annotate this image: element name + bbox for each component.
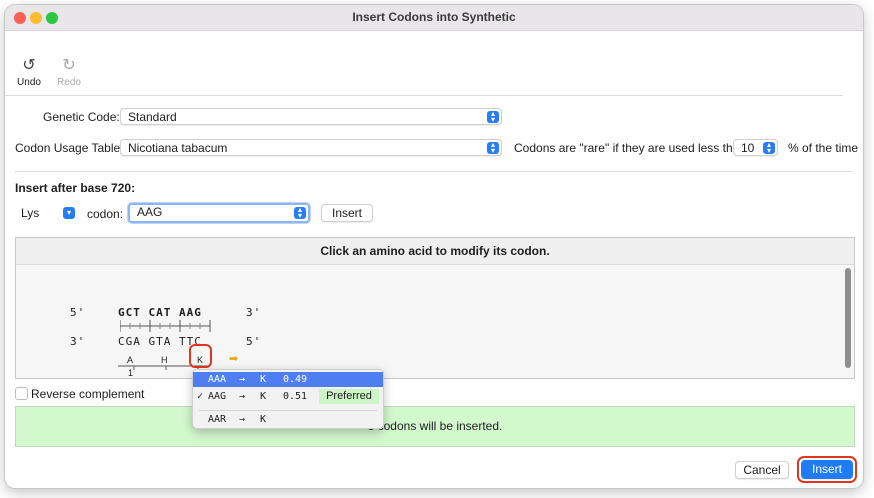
menu-arrow: → [239,414,246,425]
codon-label: codon: [87,207,124,221]
menu-arrow: → [239,391,246,402]
amino-acid-value: Lys [21,206,40,220]
menu-check: ✓ [197,391,204,402]
menu-codon: AAG [208,391,227,402]
menu-codon: AAA [208,374,227,385]
window-title: Insert Codons into Synthetic [352,10,516,24]
status-banner: 3 codons will be inserted. [15,406,855,447]
genetic-code-label: Genetic Code: [43,110,120,124]
amino-acid-a[interactable]: A [127,355,133,365]
preferred-badge: Preferred [319,389,379,404]
chevron-down-icon: ▾ [63,207,75,219]
selected-amino-acid-highlight [189,344,212,368]
codon-value: AAG [137,205,163,219]
reverse-complement-checkbox[interactable] [15,387,28,400]
undo-icon: ↺ [22,57,36,74]
dialog-window: Insert Codons into Synthetic ↺ Undo ↻ Re… [5,5,863,488]
ruler-ticks [120,320,211,332]
top-strand-3prime: 3' [246,306,262,319]
rare-threshold-value: 10 [741,141,755,155]
codon-popup-menu: AAA → K 0.49 ✓ AAG → K 0.51 Preferred AA… [192,369,384,429]
chevron-updown-icon: ▴ ▾ [294,206,306,220]
menu-item-aaa[interactable]: AAA → K 0.49 [193,372,383,387]
ruler-number: 1 [128,368,134,378]
toolbar-divider [5,95,843,96]
section-divider [15,171,853,172]
title-bar: Insert Codons into Synthetic [5,5,863,31]
cancel-button[interactable]: Cancel [735,461,789,479]
menu-item-aar[interactable]: AAR → K [193,412,383,427]
insert-codon-button[interactable]: Insert [321,204,373,222]
menu-aa: K [260,374,267,385]
insert-button[interactable]: Insert [801,460,853,479]
redo-label: Redo [57,77,81,88]
bottom-strand-3prime: 3' [70,335,86,348]
codon-select[interactable]: AAG ▴ ▾ [128,203,310,223]
menu-freq: 0.49 [283,374,308,385]
chevron-updown-icon: ▴ ▾ [487,110,499,124]
chevron-updown-icon: ▴ ▾ [487,141,499,155]
rare-threshold-suffix: % of the time [788,141,859,155]
undo-label: Undo [17,77,41,88]
status-text: 3 codons will be inserted. [367,419,503,433]
rare-threshold-select[interactable]: 10 ▴ ▾ [733,139,778,156]
bottom-strand-5prime: 5' [246,335,262,348]
menu-freq: 0.51 [283,391,308,402]
codon-usage-select[interactable]: Nicotiana tabacum ▴ ▾ [120,139,502,156]
redo-button[interactable]: ↻ Redo [51,57,87,88]
chevron-updown-icon: ▴ ▾ [763,141,775,155]
amino-acid-h[interactable]: H [161,355,168,365]
undo-button[interactable]: ↺ Undo [11,57,47,88]
top-strand-5prime: 5' [70,306,86,319]
vertical-scrollbar[interactable] [845,268,851,368]
menu-item-aag[interactable]: ✓ AAG → K 0.51 Preferred [193,389,383,404]
reverse-complement-label: Reverse complement [31,387,145,401]
menu-divider [199,410,377,411]
sequence-panel: Click an amino acid to modify its codon.… [15,237,855,379]
rare-threshold-label: Codons are "rare" if they are used less … [514,141,746,155]
panel-header: Click an amino acid to modify its codon. [16,238,854,265]
amino-acid-select[interactable]: Lys ▾ [15,205,77,222]
insert-after-label: Insert after base 720: [15,181,136,195]
redo-icon: ↻ [62,57,76,74]
menu-aa: K [260,414,267,425]
codon-usage-value: Nicotiana tabacum [128,141,228,155]
menu-arrow: → [239,374,246,385]
top-strand-sequence: GCT CAT AAG [118,306,202,319]
codon-usage-label: Codon Usage Table: [15,141,124,155]
menu-aa: K [260,391,267,402]
genetic-code-select[interactable]: Standard ▴ ▾ [120,108,502,125]
arrow-right-icon[interactable]: ➡ [229,352,238,365]
menu-codon: AAR [208,414,227,425]
genetic-code-value: Standard [128,110,177,124]
